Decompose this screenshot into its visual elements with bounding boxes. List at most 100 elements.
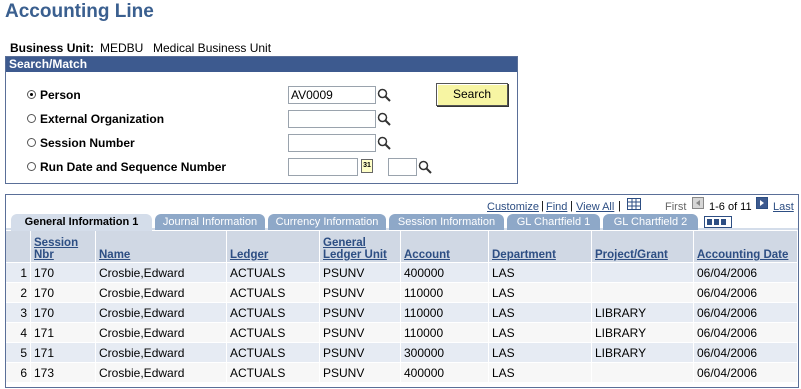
column-session-nbr[interactable]: Session Nbr xyxy=(30,231,96,263)
row-number: 1 xyxy=(6,262,31,283)
table-row: 4 171 Crosbie,Edward ACTUALS PSUNV 11000… xyxy=(6,322,798,343)
nav-separator: | xyxy=(570,200,573,212)
tab-currency-information[interactable]: Currency Information xyxy=(268,214,386,230)
person-radio-label: Person xyxy=(40,88,81,102)
table-row: 5 171 Crosbie,Edward ACTUALS PSUNV 30000… xyxy=(6,342,798,363)
account-cell: 400000 xyxy=(400,362,489,382)
ledger-cell: ACTUALS xyxy=(226,302,320,323)
project-grant-cell xyxy=(591,262,694,283)
person-lookup-icon[interactable] xyxy=(377,88,391,102)
table-row: 6 173 Crosbie,Edward ACTUALS PSUNV 40000… xyxy=(6,362,798,382)
last-link[interactable]: Last xyxy=(773,201,794,213)
project-grant-cell xyxy=(591,362,694,382)
ledger-cell: ACTUALS xyxy=(226,342,320,363)
ledger-cell: ACTUALS xyxy=(226,362,320,382)
department-cell: LAS xyxy=(488,342,592,363)
account-cell: 300000 xyxy=(400,342,489,363)
department-cell: LAS xyxy=(488,262,592,283)
search-button[interactable]: Search xyxy=(436,83,508,106)
first-label[interactable]: First xyxy=(665,201,686,213)
previous-arrow-icon[interactable] xyxy=(692,197,704,209)
page-title: Accounting Line xyxy=(5,1,154,22)
external-organization-radio[interactable] xyxy=(27,114,36,123)
ledger-cell: ACTUALS xyxy=(226,282,320,303)
tab-journal-information[interactable]: Journal Information xyxy=(155,214,265,230)
session-nbr-cell: 171 xyxy=(30,342,96,363)
column-account[interactable]: Account xyxy=(400,231,489,263)
download-spreadsheet-icon[interactable] xyxy=(627,198,641,210)
column-project-grant[interactable]: Project/Grant xyxy=(591,231,694,263)
name-cell: Crosbie,Edward xyxy=(95,282,227,303)
session-number-lookup-icon[interactable] xyxy=(377,136,391,150)
row-number: 6 xyxy=(6,362,31,382)
external-organization-input[interactable] xyxy=(288,110,376,128)
accounting-date-cell: 06/04/2006 xyxy=(693,342,798,363)
gl-unit-cell: PSUNV xyxy=(319,342,401,363)
name-cell: Crosbie,Edward xyxy=(95,322,227,343)
account-cell: 110000 xyxy=(400,302,489,323)
run-date-sequence-radio[interactable] xyxy=(27,162,36,171)
session-nbr-cell: 173 xyxy=(30,362,96,382)
sequence-number-input[interactable] xyxy=(388,158,417,176)
ledger-cell: ACTUALS xyxy=(226,322,320,343)
tab-general-information-1[interactable]: General Information 1 xyxy=(11,214,152,231)
run-date-input[interactable] xyxy=(288,158,358,176)
column-ledger[interactable]: Ledger xyxy=(226,231,320,263)
gl-unit-cell: PSUNV xyxy=(319,282,401,303)
session-number-radio[interactable] xyxy=(27,138,36,147)
accounting-date-cell: 06/04/2006 xyxy=(693,302,798,323)
accounting-date-cell: 06/04/2006 xyxy=(693,262,798,283)
find-link[interactable]: Find xyxy=(546,201,567,213)
business-unit-code: MEDBU xyxy=(100,41,144,55)
account-cell: 110000 xyxy=(400,322,489,343)
tab-session-information[interactable]: Session Information xyxy=(389,214,504,230)
calendar-icon[interactable]: 31 xyxy=(361,159,373,173)
account-cell: 110000 xyxy=(400,282,489,303)
tab-gl-chartfield-2[interactable]: GL Chartfield 2 xyxy=(603,214,698,230)
run-date-sequence-radio-label: Run Date and Sequence Number xyxy=(40,160,227,174)
column-department[interactable]: Department xyxy=(488,231,592,263)
sequence-lookup-icon[interactable] xyxy=(418,160,432,174)
accounting-line-table: Session Nbr Name Ledger General Ledger U… xyxy=(6,231,798,382)
name-cell: Crosbie,Edward xyxy=(95,262,227,283)
session-nbr-cell: 170 xyxy=(30,262,96,283)
tab-gl-chartfield-1[interactable]: GL Chartfield 1 xyxy=(507,214,600,230)
gl-unit-cell: PSUNV xyxy=(319,362,401,382)
column-name[interactable]: Name xyxy=(95,231,227,263)
external-organization-radio-label: External Organization xyxy=(40,112,165,126)
table-row: 3 170 Crosbie,Edward ACTUALS PSUNV 11000… xyxy=(6,302,798,323)
table-row: 1 170 Crosbie,Edward ACTUALS PSUNV 40000… xyxy=(6,262,798,283)
account-cell: 400000 xyxy=(400,262,489,283)
gl-unit-cell: PSUNV xyxy=(319,302,401,323)
row-number-header xyxy=(6,231,31,263)
project-grant-cell: LIBRARY xyxy=(591,322,694,343)
column-general-ledger-unit[interactable]: General Ledger Unit xyxy=(319,231,401,263)
customize-link[interactable]: Customize xyxy=(487,201,539,213)
business-unit-description: Medical Business Unit xyxy=(153,41,272,55)
grid-tabs: General Information 1 Journal Informatio… xyxy=(6,214,798,231)
column-accounting-date[interactable]: Accounting Date xyxy=(693,231,798,263)
next-arrow-icon[interactable] xyxy=(756,197,768,209)
session-nbr-cell: 170 xyxy=(30,282,96,303)
department-cell: LAS xyxy=(488,302,592,323)
person-input[interactable]: AV0009 xyxy=(288,86,376,104)
project-grant-cell xyxy=(591,282,694,303)
accounting-date-cell: 06/04/2006 xyxy=(693,322,798,343)
ledger-cell: ACTUALS xyxy=(226,262,320,283)
show-all-columns-icon[interactable] xyxy=(704,216,732,228)
external-organization-lookup-icon[interactable] xyxy=(377,112,391,126)
row-number: 5 xyxy=(6,342,31,363)
table-header-row: Session Nbr Name Ledger General Ledger U… xyxy=(6,231,798,263)
department-cell: LAS xyxy=(488,282,592,303)
project-grant-cell: LIBRARY xyxy=(591,302,694,323)
search-match-header: Search/Match xyxy=(6,57,517,72)
view-all-link[interactable]: View All xyxy=(576,201,614,213)
department-cell: LAS xyxy=(488,362,592,382)
row-range: 1-6 of 11 xyxy=(709,201,752,213)
nav-separator: | xyxy=(541,200,544,212)
session-number-input[interactable] xyxy=(288,134,376,152)
person-radio[interactable] xyxy=(27,90,36,99)
department-cell: LAS xyxy=(488,322,592,343)
accounting-date-cell: 06/04/2006 xyxy=(693,282,798,303)
row-number: 3 xyxy=(6,302,31,323)
